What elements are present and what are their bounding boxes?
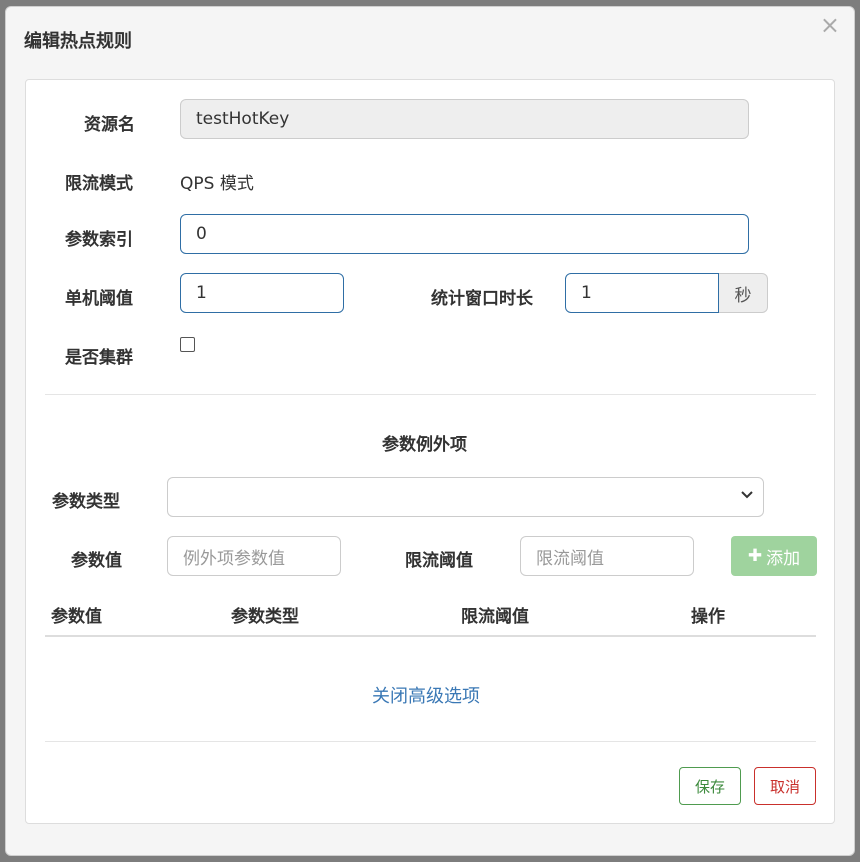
param-value-label: 参数值: [71, 551, 122, 571]
plus-icon: ✚: [747, 546, 763, 566]
param-type-select[interactable]: [167, 477, 764, 517]
param-index-label: 参数索引: [65, 230, 133, 250]
window-unit-addon: 秒: [719, 273, 768, 313]
column-header-param-value: 参数值: [51, 607, 102, 627]
param-index-value: 0: [196, 224, 207, 244]
add-button[interactable]: ✚ 添加: [731, 536, 817, 576]
resource-input: testHotKey: [180, 99, 749, 139]
threshold-value: 1: [196, 283, 207, 303]
dialog-title: 编辑热点规则: [24, 31, 132, 52]
resource-value: testHotKey: [196, 109, 290, 129]
table-header-divider: [45, 635, 816, 637]
param-value-input[interactable]: 例外项参数值: [167, 536, 341, 576]
resource-label: 资源名: [84, 115, 135, 135]
cluster-checkbox[interactable]: [180, 337, 195, 352]
param-type-label: 参数类型: [52, 492, 120, 512]
window-input[interactable]: 1: [565, 273, 719, 313]
chevron-down-icon: [741, 488, 753, 506]
column-header-limit: 限流阈值: [461, 607, 529, 627]
window-value: 1: [581, 283, 592, 303]
window-label: 统计窗口时长: [431, 289, 533, 309]
close-icon[interactable]: ×: [820, 13, 840, 37]
limit-input[interactable]: 限流阈值: [520, 536, 694, 576]
column-header-action: 操作: [691, 607, 725, 627]
param-index-input[interactable]: 0: [180, 214, 749, 254]
threshold-label: 单机阈值: [65, 289, 133, 309]
mode-label: 限流模式: [65, 174, 133, 194]
cluster-label: 是否集群: [65, 348, 133, 368]
close-advanced-link[interactable]: 关闭高级选项: [372, 682, 480, 708]
exceptions-title: 参数例外项: [382, 435, 467, 455]
save-button[interactable]: 保存: [679, 767, 741, 805]
footer-divider: [45, 741, 816, 742]
column-header-param-type: 参数类型: [231, 607, 299, 627]
section-divider: [45, 394, 816, 395]
add-button-label: 添加: [766, 548, 801, 569]
form-panel: 资源名 testHotKey 限流模式 QPS 模式 参数索引 0 单机阈值 1…: [25, 79, 835, 824]
cancel-button[interactable]: 取消: [754, 767, 816, 805]
param-value-placeholder: 例外项参数值: [183, 548, 285, 569]
mode-value: QPS 模式: [180, 174, 254, 194]
limit-label: 限流阈值: [405, 551, 473, 571]
threshold-input[interactable]: 1: [180, 273, 344, 313]
edit-hot-rule-dialog: 编辑热点规则 × 资源名 testHotKey 限流模式 QPS 模式 参数索引…: [5, 6, 855, 856]
limit-placeholder: 限流阈值: [536, 548, 604, 569]
